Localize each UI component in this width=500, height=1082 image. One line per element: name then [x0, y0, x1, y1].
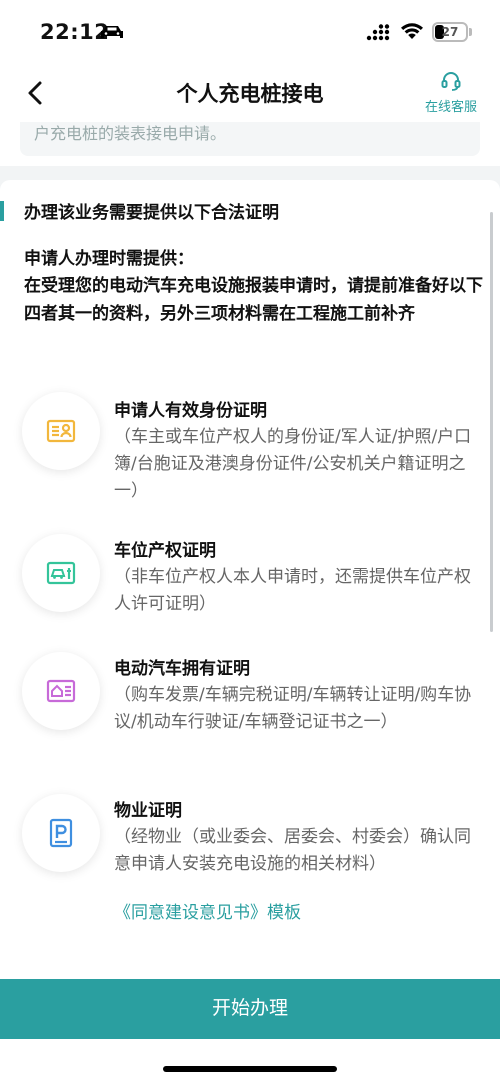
property-certificate-icon	[49, 818, 73, 848]
intro-card-text: 户充电桩的装表接电申请。	[34, 124, 227, 143]
item-title: 电动汽车拥有证明	[114, 659, 250, 679]
icon-container	[22, 652, 100, 730]
id-card-icon	[46, 419, 76, 443]
requirement-description: 在受理您的电动汽车充电设施报装申请时，请提前准备好以下四者其一的资料，另外三项材…	[24, 276, 483, 324]
intro-card: 户充电桩的装表接电申请。	[20, 122, 480, 156]
back-arrow-icon[interactable]	[22, 78, 50, 108]
item-title: 车位产权证明	[114, 541, 216, 561]
item-title: 物业证明	[114, 801, 182, 821]
battery-level: 27	[441, 25, 459, 39]
intro-card-area: 户充电桩的装表接电申请。	[0, 122, 500, 166]
scrollbar[interactable]	[490, 212, 493, 632]
requirements-panel: 办理该业务需要提供以下合法证明 申请人办理时需提供： 在受理您的电动汽车充电设施…	[0, 180, 500, 980]
template-download-link[interactable]: 《同意建设意见书》模板	[114, 898, 301, 923]
item-description: （车主或车位产权人的身份证/军人证/护照/户口簿/台胞证及港澳身份证件/公安机关…	[114, 427, 472, 501]
headset-icon	[441, 72, 461, 91]
battery-indicator: 27	[432, 22, 468, 42]
online-service-label: 在线客服	[424, 100, 477, 115]
item-title: 申请人有效身份证明	[114, 401, 267, 421]
start-button[interactable]: 开始办理	[0, 979, 500, 1039]
item-description: （非车位产权人本人申请时，还需提供车位产权人许可证明）	[114, 567, 471, 614]
home-indicator	[163, 1066, 337, 1072]
requirement-heading: 申请人办理时需提供：	[24, 249, 194, 269]
icon-container	[22, 392, 100, 470]
item-description: （经物业（或业委会、居委会、村委会）确认同意申请人安装充电设施的相关材料）	[114, 827, 471, 874]
vehicle-document-icon	[46, 679, 76, 703]
signal-icon	[366, 24, 390, 41]
bottom-action-area: 开始办理	[0, 965, 500, 1082]
parking-space-icon	[46, 561, 76, 585]
online-service-button[interactable]: 在线客服	[414, 70, 488, 115]
wifi-icon	[401, 23, 423, 39]
section-title: 办理该业务需要提供以下合法证明	[24, 203, 279, 223]
status-bar: 22:12 27	[0, 0, 500, 64]
section-accent-bar	[0, 201, 4, 221]
page-title: 个人充电桩接电	[176, 82, 324, 106]
icon-container	[22, 534, 100, 612]
icon-container	[22, 794, 100, 872]
status-time: 22:12	[40, 20, 110, 44]
item-description: （购车发票/车辆完税证明/车辆转让证明/购车协议/机动车行驶证/车辆登记证书之一…	[114, 685, 472, 732]
car-icon	[101, 26, 123, 38]
nav-bar: 个人充电桩接电 在线客服	[0, 64, 500, 122]
